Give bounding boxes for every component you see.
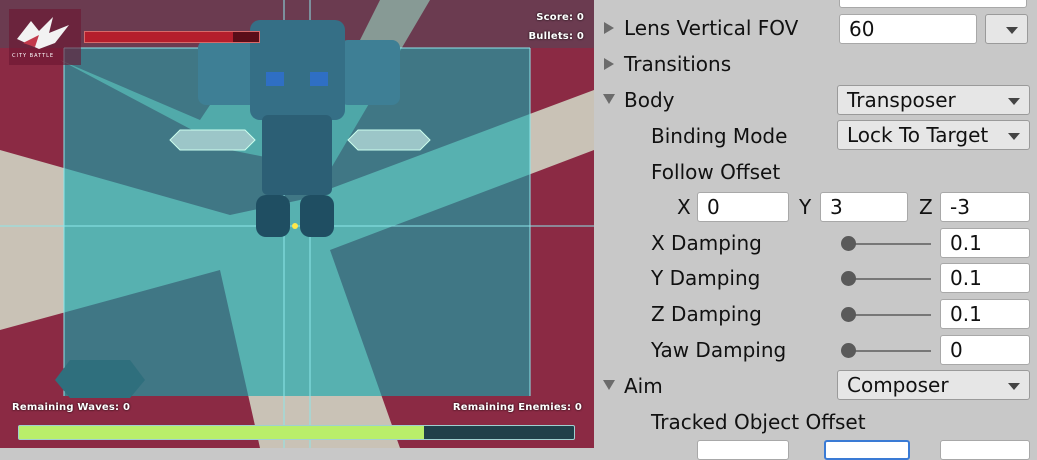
z-damping-slider-handle[interactable]	[841, 307, 856, 322]
y-damping-slider-handle[interactable]	[841, 271, 856, 286]
wave-progress-fill	[19, 426, 425, 439]
lens-vertical-fov-field[interactable]: 60	[839, 14, 977, 44]
y-damping-field[interactable]: 0.1	[940, 263, 1030, 293]
tracked-offset-z-field[interactable]	[940, 440, 1030, 460]
z-damping-label: Z Damping	[651, 302, 762, 326]
yaw-damping-label: Yaw Damping	[651, 338, 787, 362]
chevron-down-icon	[1008, 383, 1020, 390]
game-view[interactable]: CITY BATTLE Score: 0 Bullets: 0 Remainin…	[0, 0, 594, 448]
logo-text: CITY BATTLE	[12, 53, 55, 59]
aim-label: Aim	[624, 374, 663, 398]
remaining-enemies-label: Remaining Enemies: 0	[452, 402, 582, 413]
expand-arrow-icon[interactable]	[604, 22, 614, 34]
yaw-damping-field[interactable]: 0	[940, 335, 1030, 365]
aim-dropdown-value: Composer	[847, 373, 949, 397]
aim-dropdown[interactable]: Composer	[837, 370, 1030, 400]
x-damping-slider-handle[interactable]	[841, 236, 856, 251]
binding-mode-label: Binding Mode	[651, 124, 788, 148]
binding-mode-dropdown[interactable]: Lock To Target	[837, 120, 1030, 150]
tracked-offset-y-field[interactable]	[824, 440, 910, 460]
follow-offset-x-label: X	[677, 195, 691, 219]
remaining-waves-label: Remaining Waves: 0	[12, 402, 131, 413]
follow-offset-y-field[interactable]: 3	[820, 192, 908, 222]
transitions-label: Transitions	[624, 52, 732, 76]
body-dropdown-value: Transposer	[847, 88, 956, 112]
chevron-down-icon	[1006, 27, 1018, 34]
cinemachine-inspector: Lens Vertical FOV 60 Transitions Body Tr…	[594, 0, 1037, 460]
collapse-arrow-icon[interactable]	[603, 380, 615, 390]
x-damping-field[interactable]: 0.1	[940, 228, 1030, 258]
body-dropdown[interactable]: Transposer	[837, 85, 1030, 115]
y-damping-label: Y Damping	[651, 266, 761, 290]
z-damping-slider-track[interactable]	[849, 314, 931, 316]
y-damping-slider-track[interactable]	[849, 278, 931, 280]
binding-mode-value: Lock To Target	[847, 123, 989, 147]
expand-arrow-icon[interactable]	[604, 58, 614, 70]
x-damping-slider-track[interactable]	[849, 243, 931, 245]
health-bar	[84, 31, 260, 43]
chevron-down-icon	[1008, 98, 1020, 105]
follow-offset-x-field[interactable]: 0	[697, 192, 789, 222]
game-scene	[0, 0, 594, 448]
clipped-field[interactable]	[839, 0, 1027, 8]
tracked-offset-x-field[interactable]	[697, 440, 789, 460]
chevron-down-icon	[1008, 133, 1020, 140]
score-label: Score: 0	[536, 12, 584, 23]
lens-vertical-fov-label: Lens Vertical FOV	[624, 16, 799, 40]
wave-progress-bar	[18, 425, 575, 440]
follow-offset-z-label: Z	[919, 195, 933, 219]
x-damping-label: X Damping	[651, 231, 762, 255]
fov-preset-dropdown[interactable]	[985, 14, 1028, 44]
body-label: Body	[624, 88, 675, 112]
yaw-damping-slider-track[interactable]	[849, 350, 931, 352]
follow-offset-z-field[interactable]: -3	[940, 192, 1030, 222]
bullets-label: Bullets: 0	[528, 31, 584, 42]
collapse-arrow-icon[interactable]	[603, 94, 615, 104]
yaw-damping-slider-handle[interactable]	[841, 343, 856, 358]
tracked-object-offset-label: Tracked Object Offset	[651, 410, 866, 434]
health-bar-fill	[85, 32, 233, 42]
follow-offset-y-label: Y	[799, 195, 812, 219]
follow-offset-label: Follow Offset	[651, 160, 781, 184]
z-damping-field[interactable]: 0.1	[940, 299, 1030, 329]
